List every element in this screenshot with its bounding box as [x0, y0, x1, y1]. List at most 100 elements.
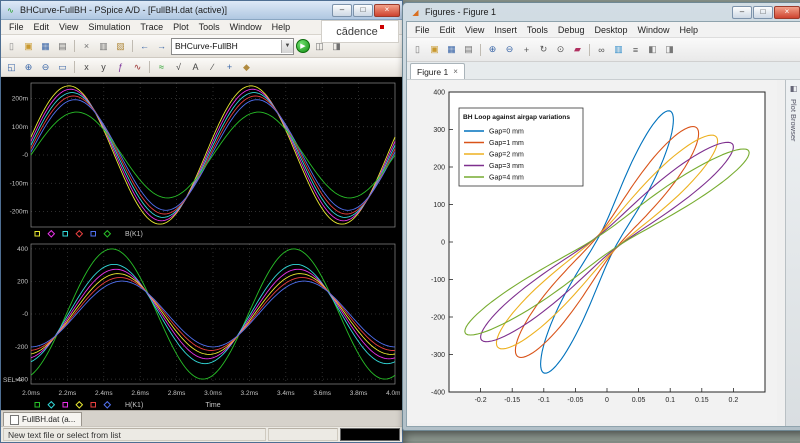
pspice-menu-help[interactable]: Help: [267, 22, 296, 32]
eval-goal-function-button[interactable]: √: [171, 60, 186, 75]
hide-plot-tools-button[interactable]: ◧: [645, 42, 660, 57]
pspice-plot-area: 200m 100m -0 -100m -200m B(K1) 400 200 -0 -200 -40…: [1, 77, 402, 410]
mark-data-points-button[interactable]: ◆: [239, 60, 254, 75]
save-file-button[interactable]: ▦: [38, 39, 53, 54]
chart-legend[interactable]: BH Loop against airgap variations Gap=0 m…: [458, 107, 584, 187]
link-plot-button[interactable]: ∞: [594, 42, 609, 57]
cadence-logo-text: cādence: [336, 25, 378, 38]
pspice-document-tabbar: FullBH.dat (a...: [1, 410, 402, 426]
zoom-in-button[interactable]: ⊕: [485, 42, 500, 57]
brush-button[interactable]: ▰: [570, 42, 585, 57]
zoom-out-icon: ⊖: [41, 61, 50, 72]
copy-icon: ▥: [99, 40, 108, 51]
new-file-button[interactable]: ▯: [4, 39, 19, 54]
insert-line-button[interactable]: ∕: [205, 60, 220, 75]
toolbar-separator: [589, 43, 590, 56]
pspice-titlebar[interactable]: ∿ BHCurve-FullBH - PSpice A/D - [FullBH.…: [1, 1, 402, 20]
matlab-menu-help[interactable]: Help: [675, 25, 704, 35]
pspice-menu-view[interactable]: View: [54, 22, 83, 32]
zoom-out-button[interactable]: ⊖: [502, 42, 517, 57]
zoom-in-button[interactable]: ⊕: [21, 60, 36, 75]
svg-text:100m: 100m: [12, 124, 28, 131]
paste-button[interactable]: ▧: [113, 39, 128, 54]
matlab-menu-view[interactable]: View: [460, 25, 489, 35]
matlab-menu-debug[interactable]: Debug: [553, 25, 590, 35]
pspice-document-tab[interactable]: FullBH.dat (a...: [3, 412, 83, 426]
redo-button[interactable]: →: [154, 39, 169, 54]
pspice-window-controls: – □ ×: [332, 3, 400, 17]
figure-tab-close-button[interactable]: ×: [453, 67, 458, 76]
pspice-close-button[interactable]: ×: [374, 3, 400, 17]
svg-text:200: 200: [17, 279, 28, 286]
pspice-menu-trace[interactable]: Trace: [135, 22, 168, 32]
pspice-menu-simulation[interactable]: Simulation: [83, 22, 135, 32]
save-figure-button[interactable]: ▦: [444, 42, 459, 57]
matlab-menu-file[interactable]: File: [410, 25, 435, 35]
rotate-3d-button[interactable]: ↻: [536, 42, 551, 57]
open-file-button[interactable]: ▣: [427, 42, 442, 57]
copy-button[interactable]: ▥: [96, 39, 111, 54]
pspice-menu-tools[interactable]: Tools: [194, 22, 225, 32]
matlab-figure-area: -0.2 -0.15 -0.1 -0.05 0 0.05 0.1 0.15 0.2 -400 -30…: [407, 80, 800, 426]
print-figure-button[interactable]: ▤: [461, 42, 476, 57]
simulation-profile-combo[interactable]: BHCurve-FullBH ▼: [171, 37, 294, 55]
svg-text:3.8ms: 3.8ms: [350, 390, 368, 397]
pspice-waveform-chart[interactable]: 200m100m-0-100m-200mB(K1)400200-0-200-40…: [1, 77, 400, 410]
svg-text:100: 100: [433, 202, 445, 209]
run-simulation-button[interactable]: ▶: [296, 39, 310, 53]
matlab-menu-edit[interactable]: Edit: [435, 25, 461, 35]
log-x-axis-button[interactable]: x: [79, 60, 94, 75]
matlab-close-button[interactable]: ×: [774, 5, 800, 19]
pspice-menu-plot[interactable]: Plot: [168, 22, 194, 32]
undo-button[interactable]: ←: [137, 39, 152, 54]
plot-browser-sidebar[interactable]: ◧ Plot Browser: [785, 80, 800, 426]
zoom-fit-button[interactable]: ◱: [4, 60, 19, 75]
matlab-menu-window[interactable]: Window: [632, 25, 674, 35]
data-cursor-button[interactable]: ⊙: [553, 42, 568, 57]
pspice-app-icon: ∿: [7, 5, 14, 15]
fourier-button[interactable]: ƒ: [113, 60, 128, 75]
document-icon: [10, 414, 19, 425]
performance-analysis-button[interactable]: ∿: [130, 60, 145, 75]
matlab-titlebar[interactable]: ◢ Figures - Figure 1 – □ ×: [406, 3, 800, 21]
print-icon: ▤: [58, 40, 67, 51]
cadence-logo-mark-icon: [379, 25, 384, 29]
insert-line-icon: ∕: [211, 62, 214, 72]
log-y-axis-button[interactable]: y: [96, 60, 111, 75]
pspice-minimize-button[interactable]: –: [332, 3, 352, 17]
insert-colorbar-button[interactable]: ▥: [611, 42, 626, 57]
matlab-window-controls: – □ ×: [732, 5, 800, 19]
zoom-out-button[interactable]: ⊖: [38, 60, 53, 75]
svg-text:2.4ms: 2.4ms: [95, 390, 113, 397]
print-button[interactable]: ▤: [55, 39, 70, 54]
toolbar-separator: [149, 61, 150, 73]
matlab-menu-tools[interactable]: Tools: [522, 25, 553, 35]
selected-plot-marker[interactable]: SEL>>: [3, 377, 23, 384]
pan-button[interactable]: +: [519, 42, 534, 57]
zoom-area-button[interactable]: ▭: [55, 60, 70, 75]
pspice-menu-edit[interactable]: Edit: [29, 22, 55, 32]
combo-dropdown-icon[interactable]: ▼: [281, 39, 293, 53]
new-figure-button[interactable]: ▯: [410, 42, 425, 57]
toggle-cursor-button[interactable]: +: [222, 60, 237, 75]
matlab-menu-desktop[interactable]: Desktop: [589, 25, 632, 35]
show-plot-tools-button[interactable]: ◨: [662, 42, 677, 57]
insert-text-label-button[interactable]: A: [188, 60, 203, 75]
cut-button[interactable]: ×: [79, 39, 94, 54]
redo-icon: →: [157, 41, 166, 51]
insert-legend-icon: ≡: [632, 44, 639, 55]
pspice-menu-window[interactable]: Window: [225, 22, 267, 32]
figure-tab[interactable]: Figure 1 ×: [410, 63, 465, 79]
matlab-minimize-button[interactable]: –: [732, 5, 752, 19]
log-y-axis-icon: y: [101, 62, 106, 72]
figure-tab-label: Figure 1: [417, 66, 449, 77]
insert-legend-button[interactable]: ≡: [628, 42, 643, 57]
pspice-maximize-button[interactable]: □: [353, 3, 373, 17]
pspice-menu-file[interactable]: File: [4, 22, 29, 32]
open-file-button[interactable]: ▣: [21, 39, 36, 54]
matlab-menu-insert[interactable]: Insert: [489, 25, 522, 35]
matlab-maximize-button[interactable]: □: [753, 5, 773, 19]
pspice-window: ∿ BHCurve-FullBH - PSpice A/D - [FullBH.…: [0, 0, 403, 443]
add-trace-button[interactable]: ≈: [154, 60, 169, 75]
bh-loop-chart[interactable]: -0.2 -0.15 -0.1 -0.05 0 0.05 0.1 0.15 0.2 -400 -30…: [407, 80, 777, 423]
